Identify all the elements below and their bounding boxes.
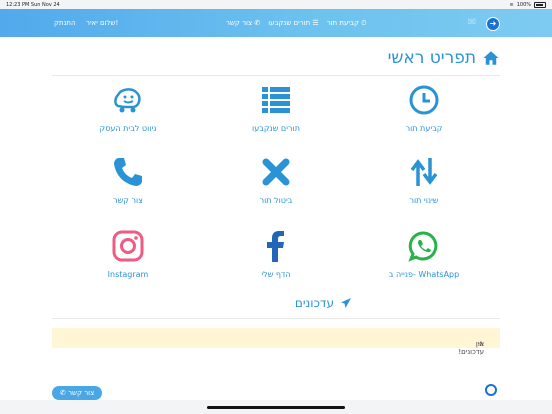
updates-heading: עדכונים xyxy=(295,296,352,310)
tile-label: ניווט לבית העסק xyxy=(99,124,157,133)
phone-icon: ✆ xyxy=(60,389,66,397)
nav-link-contact[interactable]: ✆ צור קשר xyxy=(226,19,260,28)
contact-button-label: צור קשר xyxy=(68,389,95,397)
logout-link[interactable]: התנתק xyxy=(54,19,76,27)
tile-instagram[interactable]: Instagram xyxy=(78,230,178,279)
page-title: תפריט ראשי xyxy=(388,48,500,68)
whatsapp-icon xyxy=(408,231,438,262)
tile-label: הדף שלי xyxy=(261,270,291,279)
back-arrow-icon[interactable]: ➜ xyxy=(486,17,500,31)
status-bar: 12:23 PM Sun Nov 24 ≋ 100% xyxy=(0,0,552,9)
battery-icon xyxy=(534,2,546,8)
home-icon xyxy=(483,51,499,65)
tile-change-appointment[interactable]: שינוי תור xyxy=(374,156,474,205)
paper-plane-icon xyxy=(341,298,351,308)
tile-label: תורים שנקבעו xyxy=(252,124,300,133)
nav-links: ⏲ קביעת תור ☰ תורים שנקבעו ✆ צור קשר xyxy=(226,19,367,28)
waze-icon xyxy=(114,88,141,113)
tile-book-appointment[interactable]: קביעת תור xyxy=(374,84,474,133)
divider xyxy=(52,75,500,76)
tile-my-page[interactable]: הדף שלי xyxy=(226,230,326,279)
nav-link-appointments[interactable]: ☰ תורים שנקבעו xyxy=(268,19,318,28)
tile-label: Instagram xyxy=(107,270,149,279)
phone-icon xyxy=(114,158,142,186)
brand-logo-icon xyxy=(485,384,497,396)
status-time-date: 12:23 PM Sun Nov 24 xyxy=(6,2,60,8)
top-navbar: התנתק שלום יאיר! ⏲ קביעת תור ☰ תורים שנק… xyxy=(0,9,552,37)
tile-label: קביעת תור xyxy=(405,124,443,133)
tile-label: שינוי תור xyxy=(409,196,439,205)
mail-icon[interactable]: ✉ xyxy=(466,17,478,29)
page-title-text: תפריט ראשי xyxy=(387,48,476,68)
tile-label: צור קשר xyxy=(113,196,143,205)
contact-button[interactable]: ✆ צור קשר xyxy=(52,386,103,400)
nav-link-appointments-label: תורים שנקבעו xyxy=(268,19,311,27)
tile-whatsapp[interactable]: פנייה ב- WhatsApp xyxy=(374,230,474,279)
facebook-icon xyxy=(267,231,284,262)
status-right: ≋ 100% xyxy=(509,2,546,8)
tile-label: פנייה ב- WhatsApp xyxy=(388,270,460,279)
updates-title: עדכונים xyxy=(294,296,334,310)
divider xyxy=(52,318,500,319)
clock-icon xyxy=(409,85,439,115)
tile-appointments[interactable]: תורים שנקבעו xyxy=(226,84,326,133)
wifi-icon: ≋ xyxy=(509,2,514,8)
tile-navigation[interactable]: ניווט לבית העסק xyxy=(78,84,178,133)
list-icon xyxy=(262,87,290,113)
nav-link-book-label: קביעת תור xyxy=(326,19,359,27)
close-icon xyxy=(262,158,290,186)
no-updates-alert: ⚠ אין עדכונים! xyxy=(52,328,500,356)
tile-contact[interactable]: צור קשר xyxy=(78,156,178,205)
brand-logo xyxy=(482,384,500,402)
tile-label: ביטול תור xyxy=(259,196,293,205)
nav-link-book[interactable]: ⏲ קביעת תור xyxy=(327,19,367,28)
no-updates-text: אין עדכונים! xyxy=(458,340,484,356)
battery-percent: 100% xyxy=(516,2,531,8)
greeting-text: שלום יאיר! xyxy=(86,19,119,27)
swap-arrows-icon xyxy=(410,158,438,186)
tile-cancel-appointment[interactable]: ביטול תור xyxy=(226,156,326,205)
nav-link-contact-label: צור קשר xyxy=(226,19,253,27)
instagram-icon xyxy=(112,230,144,262)
home-indicator[interactable] xyxy=(207,406,345,409)
